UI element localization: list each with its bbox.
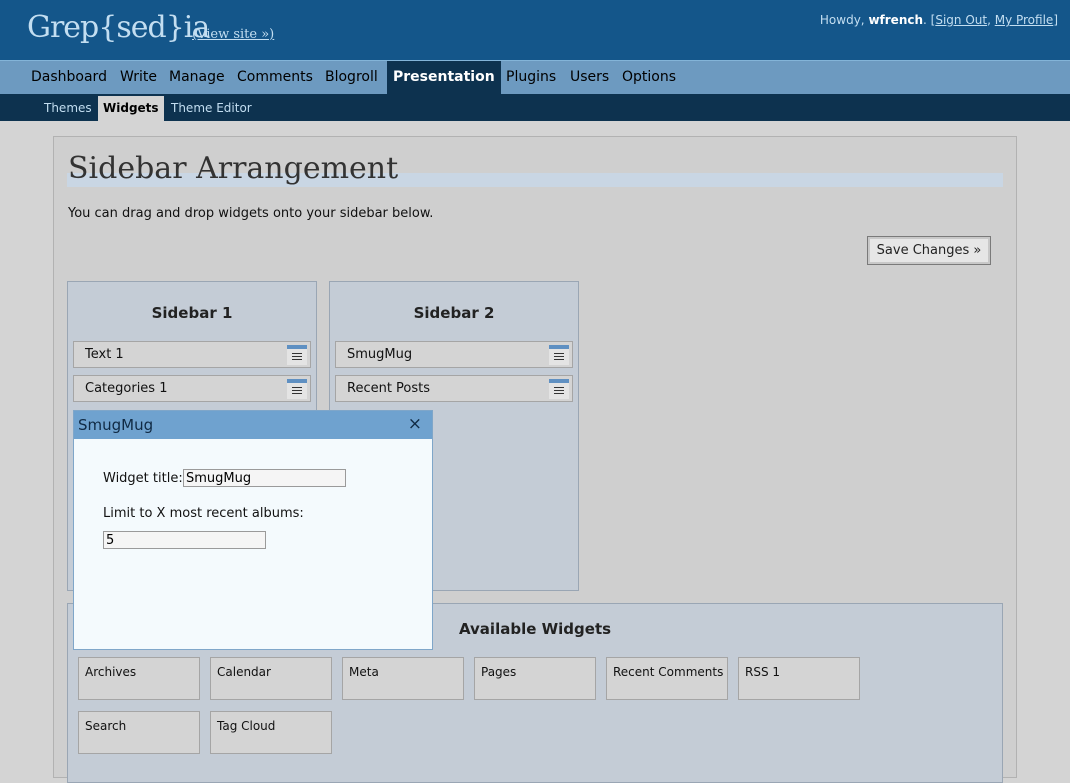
widget-label: Tag Cloud xyxy=(217,719,276,733)
view-site-link[interactable]: (View site ») xyxy=(192,27,274,42)
widget-label: Recent Posts xyxy=(347,381,431,396)
site-header: Grep{sed}ia (View site ») Howdy, wfrench… xyxy=(0,0,1070,60)
sidebar-widget-text-1[interactable]: Text 1 xyxy=(73,341,311,368)
nav-presentation[interactable]: Presentation xyxy=(387,61,501,94)
widget-label: Text 1 xyxy=(85,347,124,362)
widget-label: Categories 1 xyxy=(85,381,168,396)
intro-text: You can drag and drop widgets onto your … xyxy=(68,206,434,221)
widget-label: Pages xyxy=(481,665,517,679)
nav-write[interactable]: Write xyxy=(114,61,163,94)
dialog-title: SmugMug xyxy=(78,416,154,434)
dialog-titlebar[interactable]: SmugMug × xyxy=(74,411,432,439)
subnav-themes[interactable]: Themes xyxy=(39,96,97,121)
nav-dashboard[interactable]: Dashboard xyxy=(25,61,113,94)
nav-options[interactable]: Options xyxy=(616,61,682,94)
widget-title-input[interactable] xyxy=(183,469,346,487)
widget-label: Meta xyxy=(349,665,379,679)
widget-options-icon[interactable] xyxy=(549,379,569,399)
nav-blogroll[interactable]: Blogroll xyxy=(319,61,384,94)
nav-manage[interactable]: Manage xyxy=(163,61,231,94)
blog-title: Grep{sed}ia xyxy=(27,10,210,45)
limit-input[interactable] xyxy=(103,531,266,549)
widget-label: Search xyxy=(85,719,127,733)
sidebar-widget-categories-1[interactable]: Categories 1 xyxy=(73,375,311,402)
close-icon[interactable]: × xyxy=(408,414,422,434)
widget-options-icon[interactable] xyxy=(287,345,307,365)
widget-label: SmugMug xyxy=(347,347,413,362)
sidebar-widget-recent-posts[interactable]: Recent Posts xyxy=(335,375,573,402)
nav-plugins[interactable]: Plugins xyxy=(500,61,562,94)
user-info: Howdy, wfrench. [Sign Out, My Profile] xyxy=(819,13,1058,27)
available-widget-calendar[interactable]: Calendar xyxy=(210,657,332,700)
username: wfrench xyxy=(868,13,924,27)
view-site-container: (View site ») xyxy=(192,27,274,42)
sub-menu: Themes Widgets Theme Editor xyxy=(0,94,1070,121)
sidebar-1-title: Sidebar 1 xyxy=(151,304,233,322)
available-widget-meta[interactable]: Meta xyxy=(342,657,464,700)
sidebar-2-title: Sidebar 2 xyxy=(413,304,495,322)
limit-label: Limit to X most recent albums: xyxy=(103,506,304,521)
widget-label: Archives xyxy=(85,665,137,679)
available-widget-pages[interactable]: Pages xyxy=(474,657,596,700)
widget-label: RSS 1 xyxy=(745,665,781,679)
sidebar-widget-smugmug[interactable]: SmugMug xyxy=(335,341,573,368)
available-widget-archives[interactable]: Archives xyxy=(78,657,200,700)
widget-label: Recent Comments xyxy=(613,665,724,679)
widget-title-label: Widget title: xyxy=(103,471,183,486)
nav-users[interactable]: Users xyxy=(564,61,615,94)
available-widget-rss-1[interactable]: RSS 1 xyxy=(738,657,860,700)
widget-options-icon[interactable] xyxy=(549,345,569,365)
howdy-text: Howdy, xyxy=(819,13,865,27)
widget-options-icon[interactable] xyxy=(287,379,307,399)
subnav-theme-editor[interactable]: Theme Editor xyxy=(166,96,257,121)
my-profile-link[interactable]: My Profile xyxy=(995,13,1054,27)
sign-out-link[interactable]: Sign Out xyxy=(935,13,987,27)
nav-comments[interactable]: Comments xyxy=(231,61,319,94)
available-widget-recent-comments[interactable]: Recent Comments xyxy=(606,657,728,700)
page-title: Sidebar Arrangement xyxy=(68,151,399,186)
save-changes-button[interactable]: Save Changes » xyxy=(867,236,991,265)
widget-options-dialog: SmugMug × Widget title: Limit to X most … xyxy=(73,410,433,650)
subnav-widgets[interactable]: Widgets xyxy=(98,96,164,121)
widget-label: Calendar xyxy=(217,665,271,679)
admin-menu: Dashboard Write Manage Comments Blogroll… xyxy=(0,60,1070,94)
